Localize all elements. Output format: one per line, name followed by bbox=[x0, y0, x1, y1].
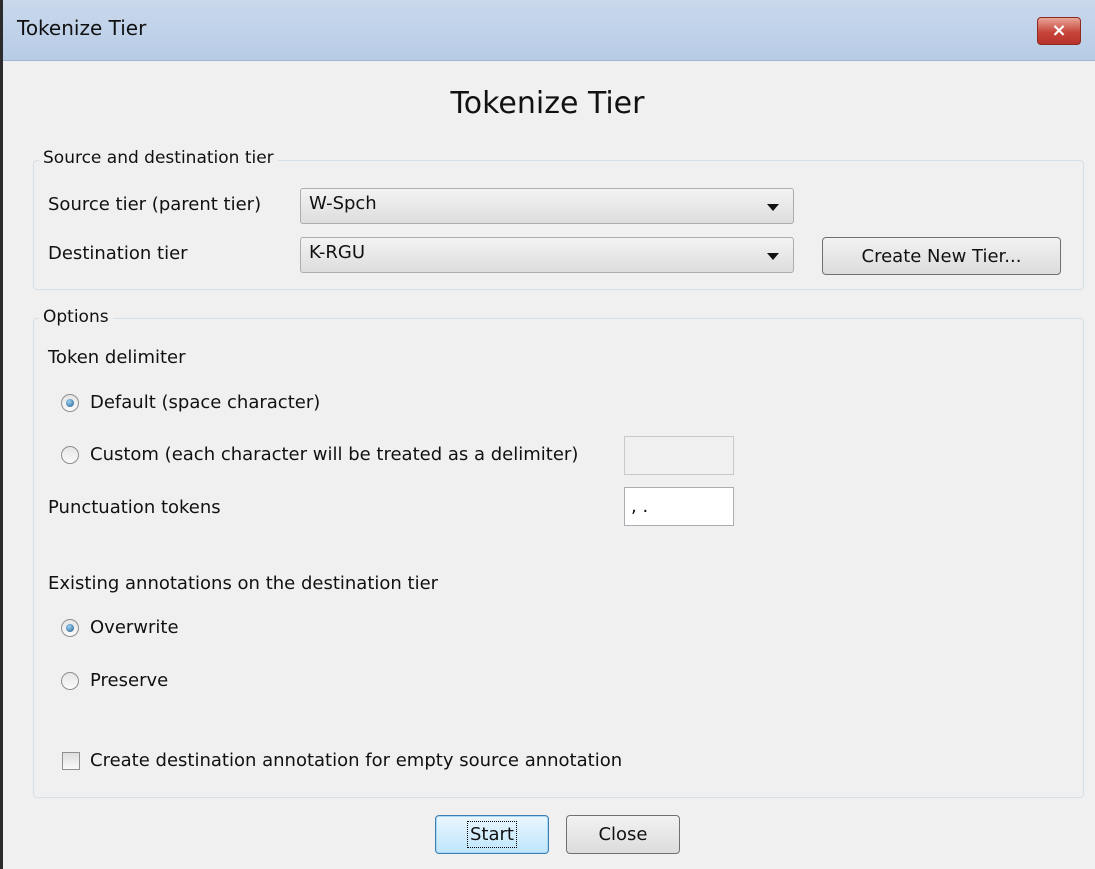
close-window-button[interactable]: × bbox=[1037, 17, 1081, 45]
chevron-down-icon bbox=[767, 253, 779, 260]
close-button[interactable]: Close bbox=[566, 815, 680, 854]
punctuation-tokens-label: Punctuation tokens bbox=[48, 497, 221, 518]
empty-source-annotation-checkbox[interactable] bbox=[62, 752, 80, 770]
custom-delimiter-input[interactable] bbox=[624, 436, 734, 475]
overwrite-radio[interactable] bbox=[61, 619, 79, 637]
custom-delimiter-label[interactable]: Custom (each character will be treated a… bbox=[90, 444, 578, 465]
source-destination-legend: Source and destination tier bbox=[39, 148, 278, 168]
custom-delimiter-radio[interactable] bbox=[61, 446, 79, 464]
create-new-tier-button[interactable]: Create New Tier... bbox=[822, 237, 1061, 275]
overwrite-label[interactable]: Overwrite bbox=[90, 617, 179, 638]
existing-annotations-label: Existing annotations on the destination … bbox=[48, 573, 439, 594]
window-title: Tokenize Tier bbox=[17, 16, 147, 40]
options-group bbox=[33, 318, 1084, 798]
destination-tier-value: K-RGU bbox=[309, 242, 366, 263]
dialog-heading: Tokenize Tier bbox=[450, 86, 645, 121]
close-button-label: Close bbox=[598, 824, 648, 845]
window-edge bbox=[0, 0, 3, 869]
title-bar: Tokenize Tier × bbox=[3, 0, 1095, 61]
start-button-label: Start bbox=[467, 821, 517, 848]
default-delimiter-radio[interactable] bbox=[61, 394, 79, 412]
default-delimiter-label[interactable]: Default (space character) bbox=[90, 392, 320, 413]
destination-tier-label: Destination tier bbox=[48, 243, 188, 264]
preserve-radio[interactable] bbox=[61, 672, 79, 690]
close-icon: × bbox=[1051, 20, 1067, 41]
start-button[interactable]: Start bbox=[435, 815, 549, 854]
empty-source-annotation-label[interactable]: Create destination annotation for empty … bbox=[90, 750, 622, 771]
token-delimiter-label: Token delimiter bbox=[48, 347, 186, 368]
tokenize-tier-dialog: Tokenize Tier × Tokenize Tier Source and… bbox=[0, 0, 1095, 869]
destination-tier-select[interactable]: K-RGU bbox=[300, 237, 794, 273]
punctuation-tokens-input[interactable] bbox=[624, 487, 734, 526]
source-tier-select[interactable]: W-Spch bbox=[300, 188, 794, 224]
source-tier-value: W-Spch bbox=[309, 193, 377, 214]
source-tier-label: Source tier (parent tier) bbox=[48, 194, 262, 215]
preserve-label[interactable]: Preserve bbox=[90, 670, 168, 691]
create-new-tier-label: Create New Tier... bbox=[861, 245, 1022, 267]
chevron-down-icon bbox=[767, 204, 779, 211]
options-legend: Options bbox=[39, 307, 113, 327]
